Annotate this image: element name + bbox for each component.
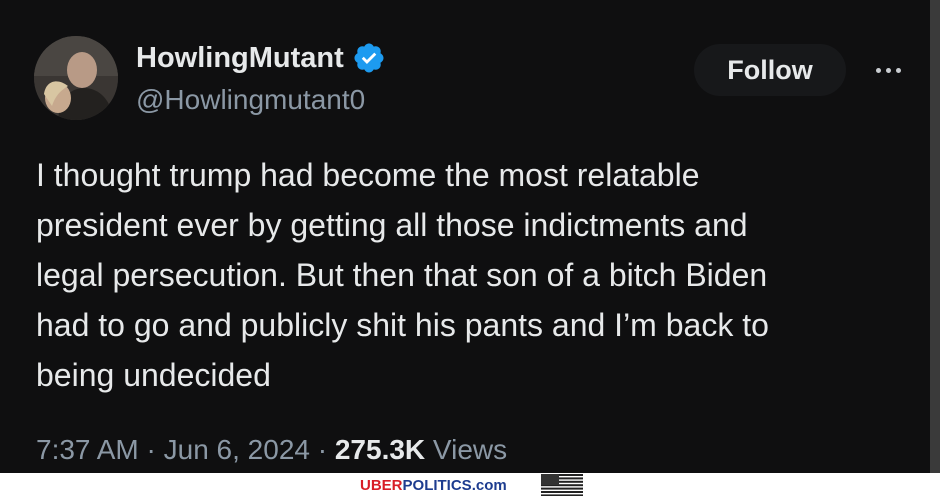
more-dot xyxy=(895,67,901,73)
verified-badge-icon xyxy=(352,41,386,75)
edge-strip xyxy=(930,0,940,473)
author-row: HowlingMutant xyxy=(136,40,386,76)
tweet-time[interactable]: 7:37 AM xyxy=(36,434,139,465)
watermark-bar: UBERPOLITICS.com xyxy=(0,473,940,498)
watermark-dotcom: .com xyxy=(471,477,507,494)
handle[interactable]: @Howlingmutant0 xyxy=(136,82,365,118)
views-count[interactable]: 275.3K xyxy=(335,434,425,465)
tweet-date[interactable]: Jun 6, 2024 xyxy=(164,434,310,465)
more-horizontal-icon[interactable] xyxy=(868,58,908,82)
more-dot xyxy=(885,67,891,73)
watermark-politics: POLITICS xyxy=(402,477,472,494)
more-dot xyxy=(875,67,881,73)
display-name[interactable]: HowlingMutant xyxy=(136,40,344,76)
views-label[interactable]: Views xyxy=(425,434,507,465)
tweet-card: HowlingMutant @Howlingmutant0 Follow I t… xyxy=(0,0,930,473)
tweet-meta: 7:37 AM · Jun 6, 2024 · 275.3K Views xyxy=(36,432,507,468)
follow-button[interactable]: Follow xyxy=(694,44,846,96)
avatar-photo xyxy=(34,36,118,120)
watermark-uber: UBER xyxy=(360,477,403,494)
meta-separator: · xyxy=(138,434,164,465)
tweet-text: I thought trump had become the most rela… xyxy=(36,157,769,393)
watermark-logo: UBERPOLITICS.com xyxy=(360,477,507,495)
meta-separator: · xyxy=(309,434,335,465)
us-flag-icon xyxy=(541,474,583,496)
avatar[interactable] xyxy=(34,36,118,120)
